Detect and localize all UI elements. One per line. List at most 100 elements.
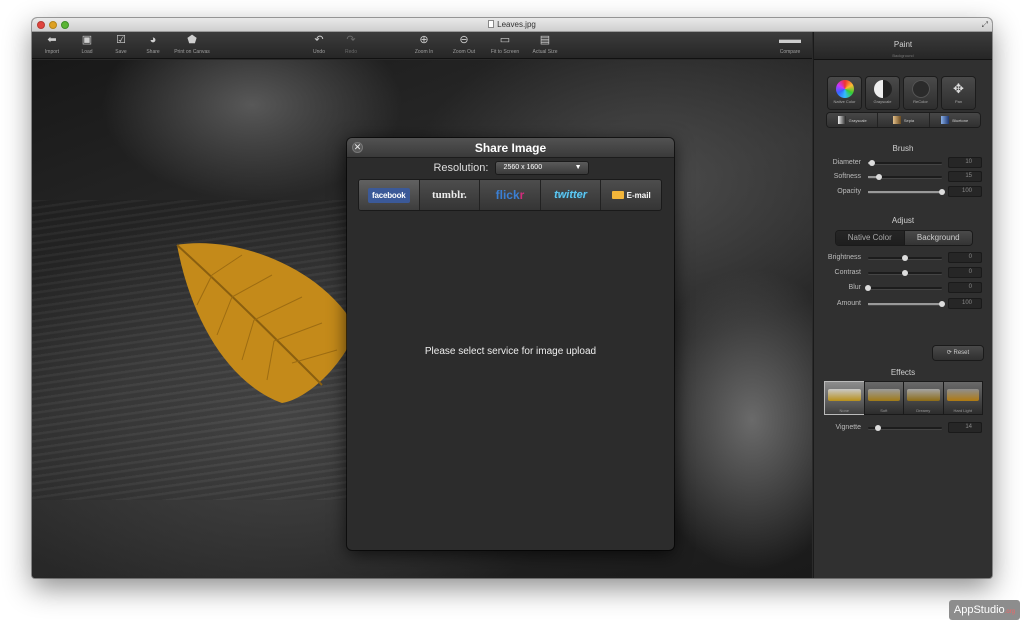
paint-title: Paint <box>893 40 913 49</box>
tab-native-color[interactable]: Native Color <box>836 231 904 245</box>
window-title: Leaves.jpg <box>497 20 536 29</box>
toolbar: ⬅ Import ▣ Load ☑ Save ◕ Share ⬟ Print o… <box>32 32 812 59</box>
undo-label: Undo <box>313 49 325 55</box>
contrast-slider-row: Contrast 0 <box>814 267 992 278</box>
actual-size-button[interactable]: ▤ Actual Size <box>530 33 560 56</box>
effect-none-label: None <box>839 408 850 413</box>
amount-slider[interactable] <box>868 301 945 307</box>
flickr-button[interactable]: flickr <box>480 180 541 210</box>
brightness-value[interactable]: 0 <box>948 252 982 263</box>
resolution-value: 2560 x 1600 <box>503 164 543 172</box>
tumblr-button[interactable]: tumblr. <box>420 180 481 210</box>
pan-move-icon: ✥ <box>953 81 964 96</box>
load-icon: ▣ <box>81 34 93 46</box>
brightness-slider-row: Brightness 0 <box>814 252 992 263</box>
grayscale-label: Grayscale <box>873 99 892 104</box>
grayscale-mode-button[interactable]: Grayscale <box>827 113 879 127</box>
contrast-slider[interactable] <box>868 270 942 276</box>
effects-strip: None Soft Dreamy Hard Light <box>825 382 982 414</box>
brightness-slider[interactable] <box>868 255 942 261</box>
reset-button[interactable]: ⟳ Reset <box>933 346 983 360</box>
grayscale-tool[interactable]: Grayscale <box>866 77 899 109</box>
twitter-button[interactable]: twitter <box>541 180 602 210</box>
print-on-canvas-button[interactable]: ⬟ Print on Canvas <box>170 33 214 56</box>
diameter-knob[interactable] <box>868 160 875 166</box>
effect-dreamy[interactable]: Dreamy <box>904 382 943 414</box>
resolution-select[interactable]: 2560 x 1600 ▼ <box>495 162 588 175</box>
fullscreen-icon[interactable]: ⤢ <box>982 20 988 30</box>
brightness-label: Brightness <box>827 254 861 261</box>
load-label: Load <box>81 49 93 55</box>
diameter-label: Diameter <box>832 159 861 166</box>
zoom-out-button[interactable]: ⊖ Zoom Out <box>450 33 478 56</box>
opacity-knob[interactable] <box>939 189 945 195</box>
softness-knob[interactable] <box>876 174 883 180</box>
amount-slider-row: Amount 100 <box>814 298 992 309</box>
save-button[interactable]: ☑ Save <box>110 33 132 56</box>
email-button[interactable]: E-mail <box>601 180 661 210</box>
blur-slider-row: Blur 0 <box>814 282 992 293</box>
tab-background[interactable]: Background <box>903 231 972 245</box>
zoom-in-button[interactable]: ⊕ Zoom In <box>412 33 436 56</box>
fit-to-screen-button[interactable]: ▭ Fit to Screen <box>487 33 523 56</box>
facebook-logo: facebook <box>368 187 410 203</box>
yellow-leaf-image <box>176 243 357 403</box>
service-buttons: facebook tumblr. flickr twitter E-mail <box>358 179 662 211</box>
contrast-value[interactable]: 0 <box>948 267 982 278</box>
share-image-dialog: ✕ Share Image Resolution: 2560 x 1600 ▼ … <box>347 138 674 550</box>
sepia-swatch-icon <box>892 116 901 124</box>
effect-soft-thumb <box>867 389 900 401</box>
watermark-suffix: .org <box>1004 609 1015 615</box>
paint-subtitle: Background <box>892 53 914 58</box>
share-button[interactable]: ◕ Share <box>142 33 164 56</box>
effect-dreamy-thumb <box>907 389 940 401</box>
vignette-knob[interactable] <box>875 425 882 431</box>
adjust-title: Adjust <box>891 216 915 225</box>
load-button[interactable]: ▣ Load <box>76 33 98 56</box>
contrast-label: Contrast <box>834 269 861 276</box>
facebook-button[interactable]: facebook <box>359 180 420 210</box>
diameter-slider[interactable] <box>868 160 942 166</box>
envelope-icon <box>611 191 624 199</box>
undo-button[interactable]: ↶ Undo <box>308 33 330 56</box>
opacity-slider[interactable] <box>868 189 945 195</box>
sepia-mode-label: Sepia <box>903 117 915 123</box>
blur-value[interactable]: 0 <box>948 282 982 293</box>
save-icon: ☑ <box>116 34 126 46</box>
redo-button[interactable]: ↷ Redo <box>340 33 362 56</box>
import-label: Import <box>44 49 60 55</box>
app-window: Leaves.jpg ⤢ ⬅ Import ▣ Load ☑ Save ◕ Sh… <box>32 18 992 578</box>
diameter-value[interactable]: 10 <box>948 157 982 168</box>
opacity-value[interactable]: 100 <box>948 186 982 197</box>
recolor-tool[interactable]: ReColor <box>904 77 937 109</box>
canvas-icon: ⬟ <box>187 34 197 46</box>
redo-icon: ↷ <box>346 34 356 46</box>
amount-label: Amount <box>836 300 861 307</box>
amount-value[interactable]: 100 <box>948 298 982 309</box>
amount-knob[interactable] <box>939 301 945 307</box>
watermark-text: AppStudio <box>953 604 1005 616</box>
contrast-knob[interactable] <box>902 270 908 276</box>
blur-knob[interactable] <box>865 285 871 291</box>
softness-slider[interactable] <box>868 174 942 180</box>
bluetone-mode-label: Bluetone <box>952 117 969 123</box>
pan-tool[interactable]: ✥ Pan <box>942 77 975 109</box>
blur-slider[interactable] <box>865 285 942 291</box>
compare-button[interactable]: ▬▬ Compare <box>776 33 804 56</box>
effect-soft[interactable]: Soft <box>864 382 903 414</box>
vignette-value[interactable]: 14 <box>948 422 982 433</box>
dropdown-arrow-icon: ▼ <box>574 164 582 172</box>
bluetone-mode-button[interactable]: Bluetone <box>930 113 980 127</box>
sepia-mode-button[interactable]: Sepia <box>878 113 930 127</box>
effect-hard-light[interactable]: Hard Light <box>943 382 982 414</box>
import-button[interactable]: ⬅ Import <box>41 33 63 56</box>
vignette-slider[interactable] <box>868 425 942 431</box>
opacity-fill <box>868 191 942 193</box>
effect-none[interactable]: None <box>825 382 864 414</box>
softness-value[interactable]: 15 <box>948 171 982 182</box>
brush-title: Brush <box>892 144 914 153</box>
image-canvas[interactable]: ✕ Share Image Resolution: 2560 x 1600 ▼ … <box>32 60 812 578</box>
reset-label: Reset <box>953 350 970 356</box>
native-color-tool[interactable]: Native Color <box>828 77 861 109</box>
brightness-knob[interactable] <box>902 255 908 261</box>
